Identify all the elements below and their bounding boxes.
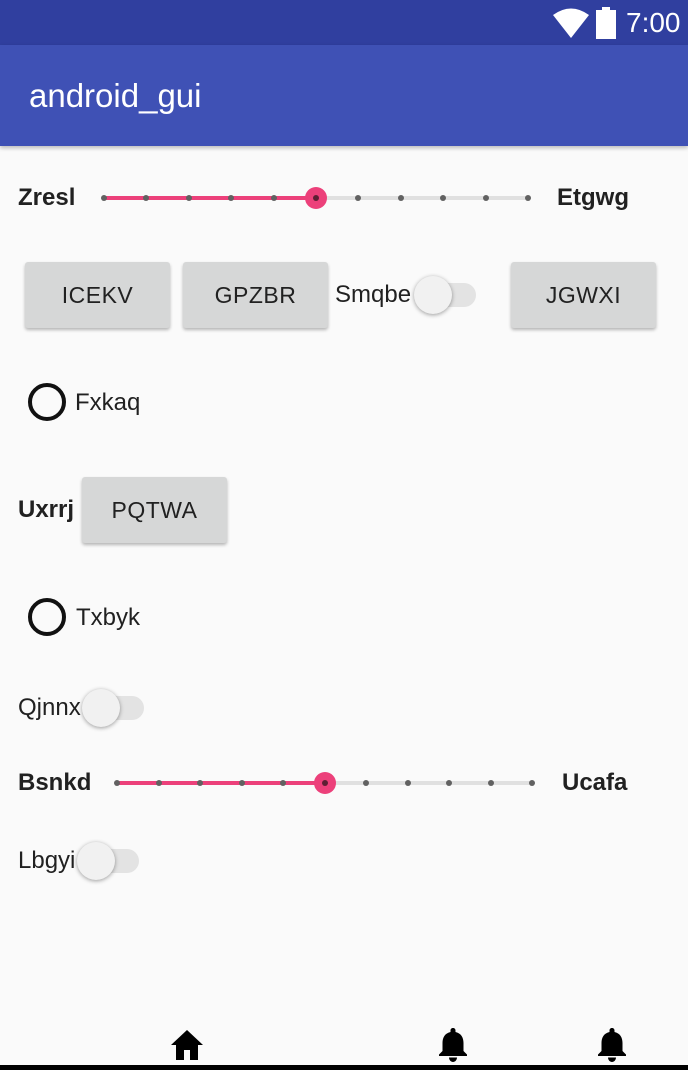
home-icon[interactable] bbox=[169, 1026, 205, 1062]
seekbar-tick bbox=[270, 195, 277, 201]
seekbar-2-left-label: Bsnkd bbox=[18, 769, 92, 796]
bottom-nav bbox=[0, 1018, 688, 1070]
uxrrj-label: Uxrrj bbox=[18, 496, 75, 523]
switch-1-knob bbox=[414, 276, 452, 314]
jgwxi-button[interactable]: JGWXI bbox=[511, 262, 656, 328]
seekbar-2-right-label: Ucafa bbox=[562, 769, 628, 796]
nav-baseline bbox=[0, 1065, 688, 1070]
seekbar-tick bbox=[185, 195, 192, 201]
app-title: android_gui bbox=[29, 77, 202, 114]
seekbar-progress bbox=[117, 781, 325, 785]
seekbar-1-right-label: Etgwg bbox=[557, 184, 629, 211]
battery-icon bbox=[596, 7, 616, 39]
switch-2-label: Qjnnx bbox=[18, 694, 81, 721]
switch-3[interactable] bbox=[77, 840, 139, 880]
switch-3-knob bbox=[77, 842, 115, 880]
switch-1-label: Smqbe bbox=[335, 281, 412, 308]
status-bar: 7:00 bbox=[0, 0, 688, 45]
seekbar-tick bbox=[525, 195, 531, 201]
seekbar-tick bbox=[397, 195, 404, 201]
seekbar-tick bbox=[101, 195, 107, 201]
seekbar-tick bbox=[155, 780, 162, 786]
icekv-button[interactable]: ICEKV bbox=[25, 262, 170, 328]
switch-2-knob bbox=[82, 689, 120, 727]
seekbar-tick bbox=[404, 780, 411, 786]
app-bar: android_gui bbox=[0, 45, 688, 146]
seekbar-2[interactable] bbox=[114, 768, 535, 798]
seekbar-1[interactable] bbox=[101, 183, 531, 213]
seekbar-tick bbox=[440, 195, 447, 201]
seekbar-progress bbox=[104, 196, 316, 200]
radio-1-label[interactable]: Fxkaq bbox=[75, 389, 140, 417]
switch-2[interactable] bbox=[82, 687, 144, 727]
switch-1[interactable] bbox=[414, 274, 476, 314]
seekbar-tick bbox=[446, 780, 452, 786]
seekbar-tick bbox=[238, 780, 245, 786]
gpzbr-button[interactable]: GPZBR bbox=[183, 262, 328, 328]
status-time: 7:00 bbox=[626, 7, 681, 38]
seekbar-tick bbox=[114, 780, 120, 786]
seekbar-tick bbox=[529, 780, 535, 786]
radio-1[interactable] bbox=[28, 383, 66, 421]
bell-icon[interactable] bbox=[594, 1026, 630, 1062]
wifi-icon bbox=[553, 8, 589, 38]
bell-icon[interactable] bbox=[435, 1026, 471, 1062]
seekbar-tick bbox=[355, 195, 362, 201]
pqtwa-button[interactable]: PQTWA bbox=[82, 477, 227, 543]
seekbar-tick bbox=[280, 780, 286, 786]
radio-2[interactable] bbox=[28, 598, 66, 636]
seekbar-tick bbox=[143, 195, 150, 201]
seekbar-1-left-label: Zresl bbox=[18, 184, 76, 211]
radio-2-label[interactable]: Txbyk bbox=[76, 604, 140, 632]
seekbar-tick bbox=[228, 195, 235, 201]
seekbar-tick bbox=[197, 780, 203, 786]
seekbar-thumb[interactable] bbox=[305, 187, 327, 209]
seekbar-tick bbox=[487, 780, 494, 786]
seekbar-thumb[interactable] bbox=[313, 772, 336, 794]
seekbar-tick bbox=[363, 780, 369, 786]
switch-3-label: Lbgyi bbox=[18, 847, 76, 874]
seekbar-tick bbox=[482, 195, 489, 201]
